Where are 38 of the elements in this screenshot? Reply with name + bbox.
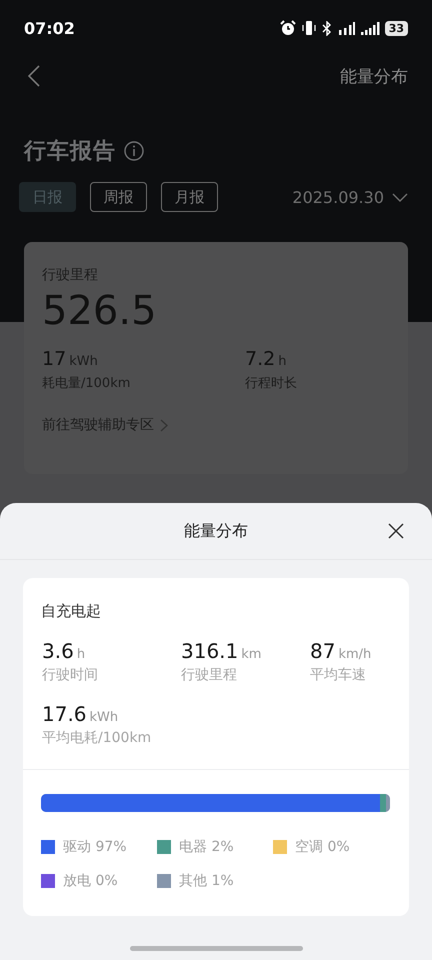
- legend-label: 电器 2%: [179, 838, 234, 856]
- stat-unit: kWh: [90, 710, 118, 725]
- legend-label: 驱动 97%: [63, 838, 127, 856]
- stat-value: 17: [42, 348, 66, 370]
- stat-value: 87: [310, 639, 336, 663]
- page-title: 行车报告: [24, 138, 116, 166]
- energy-distribution-link[interactable]: 能量分布: [340, 64, 408, 88]
- chevron-down-icon[interactable]: [392, 192, 408, 202]
- back-icon[interactable]: [28, 65, 40, 87]
- vibrate-icon: [300, 21, 317, 35]
- stat-unit: h: [76, 647, 86, 662]
- stat-unit: km: [241, 647, 262, 662]
- battery-level: 33: [384, 20, 408, 36]
- date-picker[interactable]: 2025.09.30: [292, 188, 384, 206]
- signal-icon: [336, 21, 355, 35]
- stat-value: 17.6: [42, 702, 87, 726]
- legend-label: 其他 1%: [179, 872, 234, 890]
- stat-value: 3.6: [42, 639, 74, 663]
- section-title: 自充电起: [40, 601, 102, 621]
- stat-value: 7.2: [245, 348, 276, 370]
- signal-icon: [360, 21, 380, 35]
- status-time: 07:02: [24, 18, 75, 38]
- stat-unit: km/h: [338, 647, 372, 662]
- bluetooth-icon: [322, 20, 332, 36]
- legend-label: 放电 0%: [63, 872, 118, 890]
- stat-value: 316.1: [181, 639, 238, 663]
- legend-label: 空调 0%: [295, 838, 350, 856]
- stat-label: 行驶里程: [181, 666, 238, 684]
- info-icon[interactable]: [124, 141, 144, 161]
- sheet-title: 能量分布: [184, 520, 248, 542]
- alarm-icon: [280, 20, 296, 36]
- stat-label: 平均车速: [310, 666, 367, 684]
- close-icon[interactable]: [388, 523, 404, 539]
- report-tab[interactable]: 周报: [90, 182, 147, 212]
- stat-label: 行驶时间: [42, 666, 99, 684]
- distance-value: 526.5: [42, 288, 158, 334]
- stat-label: 平均电耗/100km: [42, 729, 152, 747]
- report-tab[interactable]: 月报: [161, 182, 218, 212]
